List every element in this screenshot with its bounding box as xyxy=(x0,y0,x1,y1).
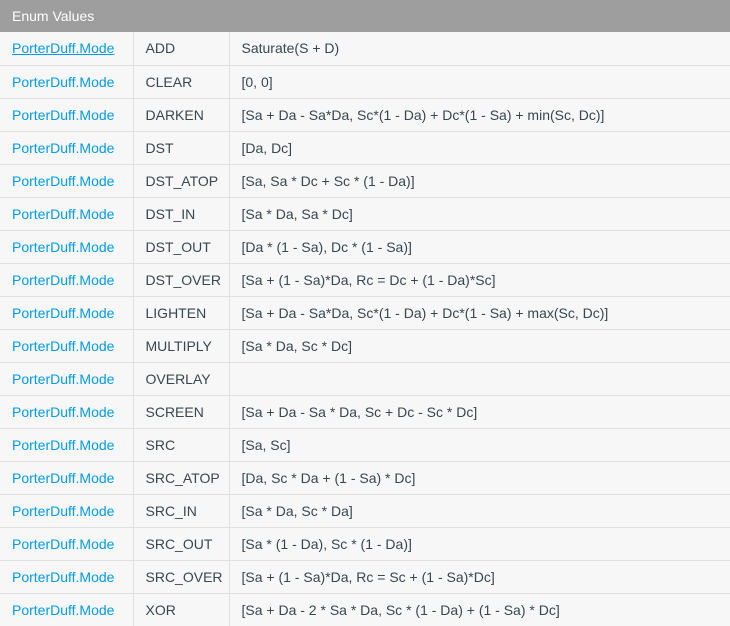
formula-cell: [Sa + (1 - Sa)*Da, Rc = Dc + (1 - Da)*Sc… xyxy=(229,262,730,296)
enum-name-cell: SCREEN xyxy=(133,394,230,428)
table-row: PorterDuff.Mode XOR [Sa + Da - 2 * Sa * Da… xyxy=(0,592,730,626)
enum-name-cell: SRC_OUT xyxy=(133,526,230,560)
formula-cell: [Da * (1 - Sa), Dc * (1 - Sa)] xyxy=(229,229,730,263)
table-row: PorterDuff.Mode MULTIPLY [Sa * Da, Sc * Dc… xyxy=(0,328,730,362)
table-header-row: Enum Values xyxy=(0,0,730,32)
type-cell: PorterDuff.Mode xyxy=(0,361,134,395)
type-cell: PorterDuff.Mode xyxy=(0,130,134,164)
enum-name-cell: DARKEN xyxy=(133,97,230,131)
type-cell: PorterDuff.Mode xyxy=(0,526,134,560)
type-cell: PorterDuff.Mode xyxy=(0,32,134,65)
type-cell: PorterDuff.Mode xyxy=(0,229,134,263)
enum-name-cell: SRC xyxy=(133,427,230,461)
enum-name-cell: MULTIPLY xyxy=(133,328,230,362)
type-cell: PorterDuff.Mode xyxy=(0,97,134,131)
formula-cell: [Sa * Da, Sc * Dc] xyxy=(229,328,730,362)
formula-cell: [Sa * Da, Sc * Da] xyxy=(229,493,730,527)
formula-cell: [Sa + (1 - Sa)*Da, Rc = Sc + (1 - Sa)*Dc… xyxy=(229,559,730,593)
enum-name-cell: LIGHTEN xyxy=(133,295,230,329)
type-cell: PorterDuff.Mode xyxy=(0,592,134,626)
type-link[interactable]: PorterDuff.Mode xyxy=(12,140,114,156)
enum-name-cell: DST xyxy=(133,130,230,164)
type-link[interactable]: PorterDuff.Mode xyxy=(12,74,114,90)
table-row: PorterDuff.Mode CLEAR [0, 0] xyxy=(0,64,730,98)
table-row: PorterDuff.Mode ADD Saturate(S + D) xyxy=(0,32,730,65)
formula-cell xyxy=(229,361,730,395)
formula-cell: [Sa + Da - 2 * Sa * Da, Sc * (1 - Da) + … xyxy=(229,592,730,626)
table-row: PorterDuff.Mode LIGHTEN [Sa + Da - Sa*Da, … xyxy=(0,295,730,329)
type-link[interactable]: PorterDuff.Mode xyxy=(12,536,114,552)
type-link[interactable]: PorterDuff.Mode xyxy=(12,173,114,189)
enum-values-table: Enum Values PorterDuff.Mode ADD Saturate(S… xyxy=(0,0,730,626)
enum-name-cell: ADD xyxy=(133,32,230,65)
type-link[interactable]: PorterDuff.Mode xyxy=(12,437,114,453)
table-row: PorterDuff.Mode SCREEN [Sa + Da - Sa * Da,… xyxy=(0,394,730,428)
type-cell: PorterDuff.Mode xyxy=(0,64,134,98)
table-row: PorterDuff.Mode SRC_OVER [Sa + (1 - Sa)*Da… xyxy=(0,559,730,593)
type-link[interactable]: PorterDuff.Mode xyxy=(12,305,114,321)
table-row: PorterDuff.Mode DST_OUT [Da * (1 - Sa), Dc… xyxy=(0,229,730,263)
table-row: PorterDuff.Mode DARKEN [Sa + Da - Sa*Da, S… xyxy=(0,97,730,131)
type-cell: PorterDuff.Mode xyxy=(0,328,134,362)
type-cell: PorterDuff.Mode xyxy=(0,196,134,230)
type-cell: PorterDuff.Mode xyxy=(0,394,134,428)
table-title: Enum Values xyxy=(0,0,730,32)
table-row: PorterDuff.Mode DST_ATOP [Sa, Sa * Dc + Sc… xyxy=(0,163,730,197)
formula-cell: [Sa + Da - Sa*Da, Sc*(1 - Da) + Dc*(1 - … xyxy=(229,295,730,329)
formula-cell: [Sa, Sc] xyxy=(229,427,730,461)
enum-name-cell: CLEAR xyxy=(133,64,230,98)
type-cell: PorterDuff.Mode xyxy=(0,559,134,593)
type-link[interactable]: PorterDuff.Mode xyxy=(12,239,114,255)
type-cell: PorterDuff.Mode xyxy=(0,460,134,494)
type-link[interactable]: PorterDuff.Mode xyxy=(12,404,114,420)
type-cell: PorterDuff.Mode xyxy=(0,262,134,296)
enum-name-cell: SRC_ATOP xyxy=(133,460,230,494)
table-row: PorterDuff.Mode DST [Da, Dc] xyxy=(0,130,730,164)
type-link[interactable]: PorterDuff.Mode xyxy=(12,569,114,585)
table-body: PorterDuff.Mode ADD Saturate(S + D) PorterD… xyxy=(0,32,730,626)
type-link[interactable]: PorterDuff.Mode xyxy=(12,371,114,387)
type-cell: PorterDuff.Mode xyxy=(0,493,134,527)
formula-cell: [Da, Sc * Da + (1 - Sa) * Dc] xyxy=(229,460,730,494)
table-row: PorterDuff.Mode SRC [Sa, Sc] xyxy=(0,427,730,461)
enum-name-cell: XOR xyxy=(133,592,230,626)
formula-cell: [Sa + Da - Sa*Da, Sc*(1 - Da) + Dc*(1 - … xyxy=(229,97,730,131)
formula-cell: [Sa * Da, Sa * Dc] xyxy=(229,196,730,230)
table-row: PorterDuff.Mode SRC_OUT [Sa * (1 - Da), Sc… xyxy=(0,526,730,560)
table-row: PorterDuff.Mode DST_OVER [Sa + (1 - Sa)*Da… xyxy=(0,262,730,296)
formula-cell: [Sa + Da - Sa * Da, Sc + Dc - Sc * Dc] xyxy=(229,394,730,428)
type-link[interactable]: PorterDuff.Mode xyxy=(12,338,114,354)
enum-name-cell: DST_OVER xyxy=(133,262,230,296)
type-link[interactable]: PorterDuff.Mode xyxy=(12,272,114,288)
enum-name-cell: SRC_IN xyxy=(133,493,230,527)
type-cell: PorterDuff.Mode xyxy=(0,295,134,329)
type-link[interactable]: PorterDuff.Mode xyxy=(12,40,114,56)
table-row: PorterDuff.Mode SRC_IN [Sa * Da, Sc * Da] xyxy=(0,493,730,527)
formula-cell: [Sa * (1 - Da), Sc * (1 - Da)] xyxy=(229,526,730,560)
type-link[interactable]: PorterDuff.Mode xyxy=(12,470,114,486)
enum-name-cell: DST_OUT xyxy=(133,229,230,263)
type-link[interactable]: PorterDuff.Mode xyxy=(12,602,114,618)
type-cell: PorterDuff.Mode xyxy=(0,427,134,461)
table-row: PorterDuff.Mode OVERLAY xyxy=(0,361,730,395)
type-link[interactable]: PorterDuff.Mode xyxy=(12,206,114,222)
formula-cell: [Sa, Sa * Dc + Sc * (1 - Da)] xyxy=(229,163,730,197)
enum-name-cell: OVERLAY xyxy=(133,361,230,395)
table-row: PorterDuff.Mode DST_IN [Sa * Da, Sa * Dc] xyxy=(0,196,730,230)
formula-cell: Saturate(S + D) xyxy=(229,32,730,65)
enum-name-cell: SRC_OVER xyxy=(133,559,230,593)
type-cell: PorterDuff.Mode xyxy=(0,163,134,197)
type-link[interactable]: PorterDuff.Mode xyxy=(12,107,114,123)
enum-name-cell: DST_IN xyxy=(133,196,230,230)
enum-name-cell: DST_ATOP xyxy=(133,163,230,197)
formula-cell: [0, 0] xyxy=(229,64,730,98)
type-link[interactable]: PorterDuff.Mode xyxy=(12,503,114,519)
formula-cell: [Da, Dc] xyxy=(229,130,730,164)
table-row: PorterDuff.Mode SRC_ATOP [Da, Sc * Da + (1… xyxy=(0,460,730,494)
